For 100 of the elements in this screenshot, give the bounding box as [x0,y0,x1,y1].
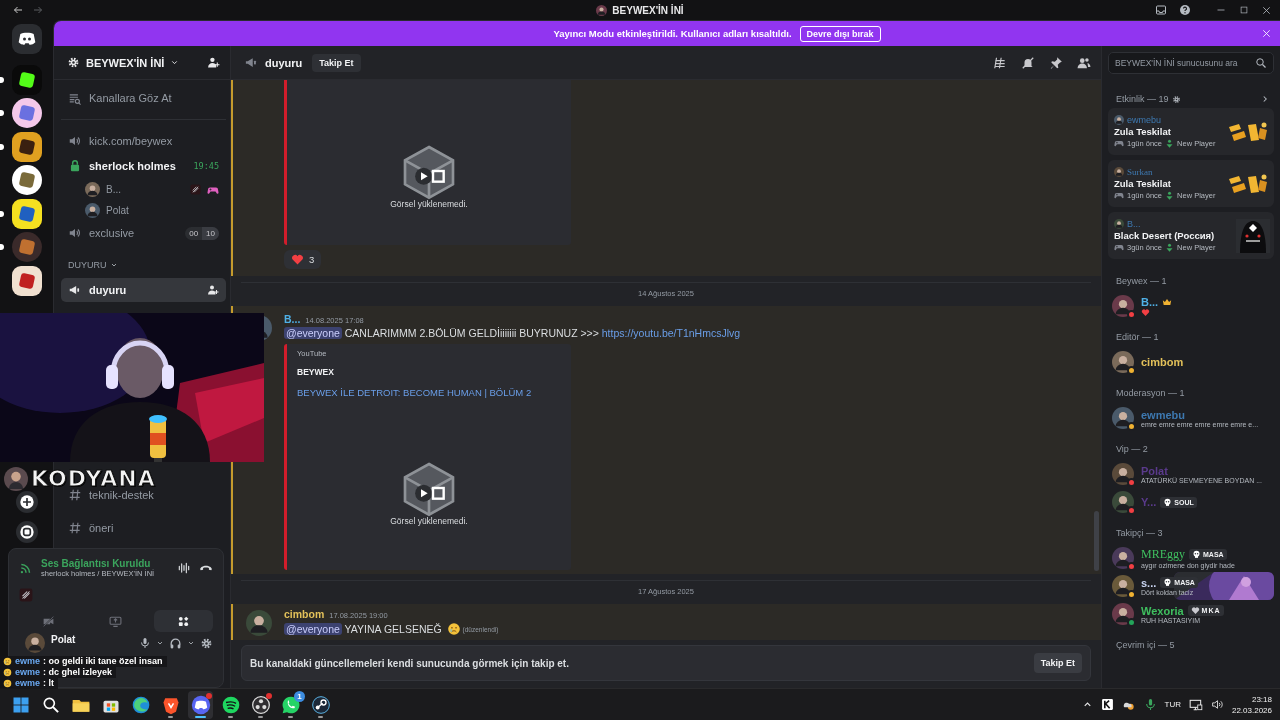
avatar [1112,603,1134,625]
disable-button[interactable]: Devre dışı bırak [799,25,881,42]
volume-icon[interactable] [1210,698,1224,711]
phone-chat-icon [280,694,301,715]
invite-icon[interactable] [207,56,220,69]
clock-time[interactable]: 23:18 [1231,693,1272,705]
alert-dot [266,692,272,699]
banner-text: Yayıncı Modu etkinleştirildi. Kullanıcı adları kısaltıldı. [553,28,792,39]
mute-icon[interactable] [1021,55,1035,70]
avatar [25,633,45,653]
embed-author[interactable]: BEYWEX [297,367,561,377]
author-name[interactable]: B... [284,313,301,325]
help-icon[interactable] [1179,4,1191,16]
settings-icon[interactable] [200,636,213,650]
channel-item[interactable]: duyuru [61,278,226,302]
voice-member[interactable]: Polat [61,200,226,221]
member-name: B... [1141,295,1159,308]
scrollbar[interactable] [1094,511,1099,571]
microphone-icon[interactable] [139,637,151,649]
member-item[interactable]: B... [1108,292,1274,320]
follow-button[interactable]: Takip Et [312,53,361,72]
channel-item[interactable]: exclusive 00 10 [61,221,226,245]
reaction-button[interactable]: 3 [284,250,322,269]
voice-timer: 19:45 [193,161,219,171]
settings-icon[interactable] [1171,94,1181,104]
speaker-icon [68,134,82,148]
member-group-header: Editör — 1 [1116,332,1160,342]
controller-icon [1114,138,1124,148]
home-button[interactable] [11,24,42,54]
inbox-icon[interactable] [1155,4,1167,16]
discover-button[interactable] [15,520,38,543]
close-button[interactable] [1261,4,1272,16]
mention[interactable]: @everyone [284,623,342,635]
avatar [1114,167,1124,177]
invite-icon[interactable] [207,284,219,296]
chevron-icon [170,58,180,67]
server-header[interactable]: BEYWEX'İN İNİ [54,46,230,80]
follow-notice-text: Bu kanaldaki güncellemeleri kendi sunucunda görmek için takip et. [250,657,569,669]
taskbar-app-button[interactable] [188,690,213,719]
avatar [596,4,608,16]
game-title: Black Desert (Россия) [1114,230,1216,241]
headphones-icon[interactable] [169,636,182,650]
caret-icon[interactable] [156,639,164,647]
k-app-icon[interactable] [1100,698,1114,711]
clock-date[interactable]: 22.03.2026 [1231,704,1272,716]
microphone-icon[interactable] [1143,698,1157,711]
pin-icon[interactable] [1049,55,1063,70]
member-item[interactable]: cimbom [1108,348,1274,376]
member-group-header: Takipçi — 3 [1116,528,1164,538]
hash-icon [68,521,82,535]
channel-item[interactable]: sherlock holmes 19:45 [61,154,226,178]
caret-icon[interactable] [187,639,195,647]
chat-username: ewme [15,678,40,689]
channel-item[interactable]: Kanallara Göz At [61,88,226,120]
counter-text: 10 [202,226,219,240]
controller-icon [1114,190,1124,200]
camera-off-icon [42,614,56,628]
activities-button[interactable] [153,610,213,632]
username: Polat [51,634,76,645]
browse-icon [68,92,82,106]
connection-status: Ses Bağlantısı Kuruldu [41,558,152,569]
mention[interactable]: @everyone [284,327,342,339]
search-field[interactable]: BEYWEX'İN İNİ sunucusunu ara [1108,52,1274,74]
back-button[interactable] [12,4,24,16]
member-group-header: Beywex — 1 [1116,276,1168,286]
members-icon[interactable] [1077,55,1091,70]
add-server-button[interactable] [15,490,38,513]
player-icon [1165,138,1175,148]
tag-icon [1190,606,1200,615]
music-app-icon [220,694,241,715]
megaphone-icon [68,283,82,297]
link[interactable]: https://youtu.be/T1nHmcsJlvg [601,327,741,339]
controller-icon [1114,242,1124,252]
message-text: @everyone CANLARIMMM 2.BÖLÜM GELDİiiiiiii BUYRUNUZ >>> https://youtu.be/T1nHmcsJlvg [284,327,741,339]
emote-icon [3,679,12,688]
author-name[interactable]: cimbom [284,608,325,620]
channel-item[interactable]: öneri [61,516,226,540]
emote-icon [3,668,12,677]
voice-member[interactable]: B... [61,179,226,200]
category-header[interactable]: DUYURU [61,256,226,274]
chat-message: : oo geldi iki tane özel insan [43,656,163,667]
channel-item[interactable]: kick.com/beywex [61,129,226,153]
avatar [1112,547,1134,569]
tag-icon [1163,497,1173,507]
language-indicator[interactable]: TUR [1164,700,1181,709]
slashed-icon[interactable] [19,588,33,602]
maximize-button[interactable] [1239,5,1249,15]
follow-button[interactable]: Takip Et [1033,653,1082,673]
alert-dot [206,692,212,699]
network-icon[interactable] [1188,697,1203,712]
recorder-icon [250,694,271,715]
close-icon[interactable] [1261,28,1272,39]
stream-logo-text: KODYANA [31,466,156,491]
game-launcher-icon [310,694,331,715]
game-title: Zula Teskilat [1114,178,1172,189]
embed-title-link[interactable]: BEYWEX İLE DETROIT: BECOME HUMAN | BÖLÜM 2 [297,387,561,398]
threads-icon[interactable] [993,55,1007,70]
avatar [1112,295,1134,317]
noise-suppression-icon[interactable] [177,561,191,575]
connection-icon[interactable] [19,561,33,575]
